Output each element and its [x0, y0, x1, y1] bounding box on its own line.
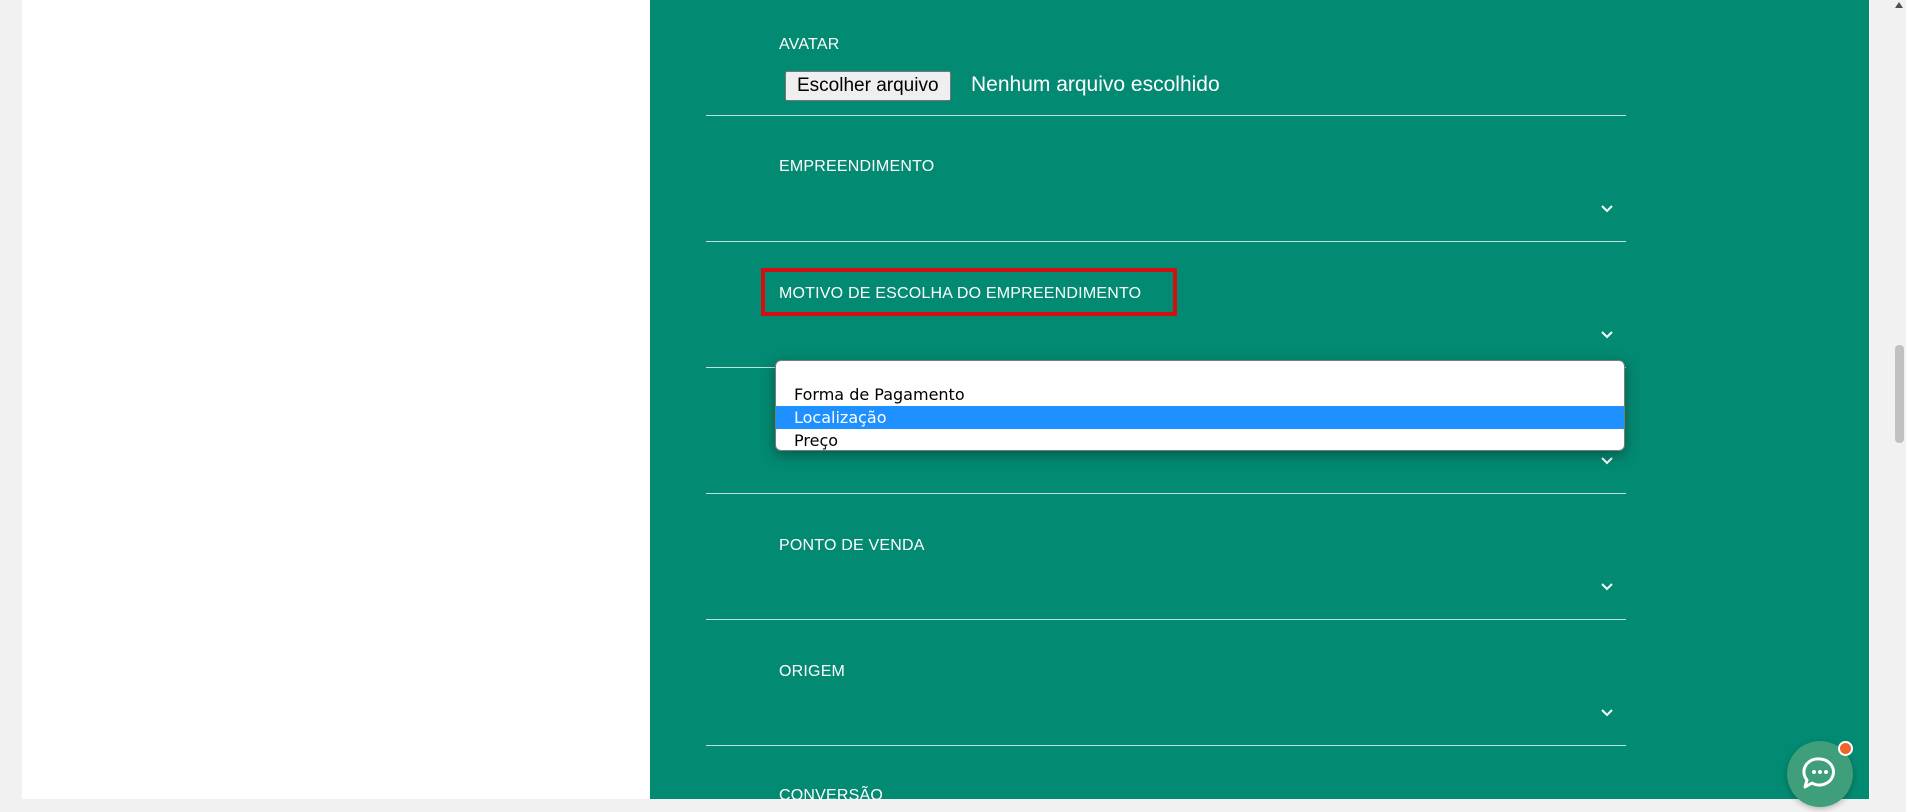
scrollbar[interactable] — [1892, 0, 1906, 799]
dropdown-option-forma-pagamento[interactable]: Forma de Pagamento — [776, 383, 1624, 406]
chevron-down-icon — [1601, 331, 1613, 339]
origem-select[interactable]: ORIGEM — [706, 619, 1626, 746]
dropdown-list[interactable]: Forma de Pagamento Localização Preço — [775, 360, 1625, 451]
scrollbar-thumb[interactable] — [1895, 345, 1904, 443]
choose-file-button[interactable]: Escolher arquivo — [785, 71, 951, 101]
chevron-down-icon — [1601, 205, 1613, 213]
chevron-down-icon — [1601, 709, 1613, 717]
ponto-de-venda-label: PONTO DE VENDA — [779, 537, 925, 554]
chevron-down-icon — [1601, 457, 1613, 465]
origem-label: ORIGEM — [779, 663, 846, 680]
file-status-text: Nenhum arquivo escolhido — [971, 73, 1220, 96]
highlight-box — [761, 268, 1177, 316]
dropdown-option-localizacao[interactable]: Localização — [776, 406, 1624, 429]
avatar-field: AVATAR Escolher arquivo Nenhum arquivo e… — [706, 0, 1626, 116]
chevron-down-icon — [1601, 583, 1613, 591]
avatar-label: AVATAR — [779, 36, 840, 53]
notification-dot — [1838, 741, 1853, 756]
conversao-select[interactable]: CONVERSÃO — [706, 745, 1626, 804]
empreendimento-select[interactable]: EMPREENDIMENTO — [706, 115, 1626, 242]
scroll-up-arrow-icon[interactable] — [1895, 2, 1903, 8]
empreendimento-label: EMPREENDIMENTO — [779, 158, 935, 175]
conversao-label: CONVERSÃO — [779, 787, 884, 804]
dropdown-option-preco[interactable]: Preço — [776, 429, 1624, 450]
ponto-de-venda-select[interactable]: PONTO DE VENDA — [706, 493, 1626, 620]
